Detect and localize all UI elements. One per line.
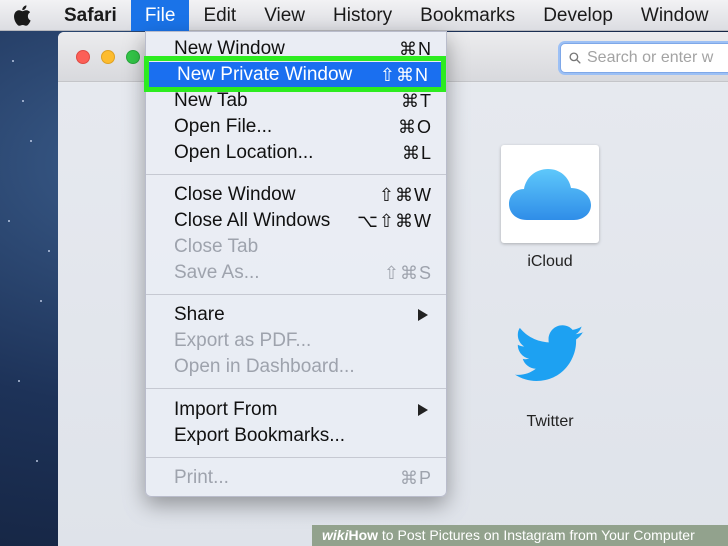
menu-separator bbox=[146, 388, 446, 389]
menu-item-export-bookmarks[interactable]: Export Bookmarks... bbox=[146, 423, 446, 449]
menu-item-shortcut: ⇧⌘S bbox=[383, 262, 432, 283]
watermark-text: to Post Pictures on Instagram from Your … bbox=[378, 527, 695, 543]
apple-menu[interactable] bbox=[0, 4, 44, 26]
menu-item-shortcut: ⇧⌘W bbox=[378, 184, 432, 205]
file-menu-dropdown: New Window ⌘N New Private Window ⇧⌘N New… bbox=[145, 31, 447, 497]
menu-item-label: Open in Dashboard... bbox=[174, 356, 355, 377]
menu-item-label: Import From bbox=[174, 399, 278, 420]
icloud-icon bbox=[509, 169, 591, 220]
menu-item-close-window[interactable]: Close Window ⇧⌘W bbox=[146, 182, 446, 208]
menu-item-label: Print... bbox=[174, 467, 229, 488]
annotation-highlight-box bbox=[144, 56, 446, 92]
menu-item-open-in-dashboard: Open in Dashboard... bbox=[146, 354, 446, 380]
submenu-arrow-icon bbox=[418, 404, 428, 416]
favorite-twitter[interactable]: Twitter bbox=[500, 305, 600, 431]
submenu-arrow-icon bbox=[418, 309, 428, 321]
menu-item-label: Export Bookmarks... bbox=[174, 425, 346, 446]
favorite-tile bbox=[501, 305, 599, 403]
favorite-tile bbox=[501, 145, 599, 243]
menu-item-save-as: Save As... ⇧⌘S bbox=[146, 260, 446, 286]
search-input[interactable] bbox=[587, 49, 728, 67]
apple-icon bbox=[14, 4, 31, 26]
menu-history[interactable]: History bbox=[319, 0, 406, 31]
minimize-window-button[interactable] bbox=[101, 50, 115, 64]
favorite-icloud[interactable]: iCloud bbox=[500, 145, 600, 271]
menu-item-shortcut: ⌘T bbox=[401, 90, 432, 111]
star bbox=[8, 220, 10, 222]
menu-item-shortcut: ⌘L bbox=[401, 142, 432, 163]
menu-item-close-all-windows[interactable]: Close All Windows ⌥⇧⌘W bbox=[146, 208, 446, 234]
menu-item-shortcut: ⌥⇧⌘W bbox=[357, 210, 432, 231]
menu-item-open-file[interactable]: Open File... ⌘O bbox=[146, 114, 446, 140]
menu-separator bbox=[146, 294, 446, 295]
zoom-window-button[interactable] bbox=[126, 50, 140, 64]
menu-item-label: Open Location... bbox=[174, 142, 314, 163]
star bbox=[30, 140, 32, 142]
menu-item-import-from[interactable]: Import From bbox=[146, 397, 446, 423]
twitter-icon bbox=[515, 325, 584, 381]
menu-item-open-location[interactable]: Open Location... ⌘L bbox=[146, 140, 446, 166]
star bbox=[18, 380, 20, 382]
favorite-label: Twitter bbox=[526, 413, 574, 430]
menubar: Safari File Edit View History Bookmarks … bbox=[0, 0, 728, 31]
menu-item-label: Close All Windows bbox=[174, 210, 331, 231]
star bbox=[36, 460, 38, 462]
menu-item-label: Export as PDF... bbox=[174, 330, 312, 351]
menu-separator bbox=[146, 457, 446, 458]
menu-file[interactable]: File bbox=[130, 0, 190, 31]
menu-item-label: Close Window bbox=[174, 184, 296, 205]
star bbox=[48, 250, 50, 252]
menu-item-export-pdf: Export as PDF... bbox=[146, 328, 446, 354]
menu-bookmarks[interactable]: Bookmarks bbox=[406, 0, 529, 31]
close-window-button[interactable] bbox=[76, 50, 90, 64]
watermark-prefix: How bbox=[348, 527, 379, 543]
menu-item-label: Share bbox=[174, 304, 225, 325]
menu-develop[interactable]: Develop bbox=[529, 0, 627, 31]
menu-separator bbox=[146, 174, 446, 175]
menu-item-print: Print... ⌘P bbox=[146, 465, 446, 491]
star bbox=[22, 100, 24, 102]
star bbox=[12, 60, 14, 62]
search-icon bbox=[569, 52, 581, 64]
menu-app-safari[interactable]: Safari bbox=[44, 0, 131, 31]
watermark-caption: wikiHow to Post Pictures on Instagram fr… bbox=[312, 525, 728, 546]
menu-item-shortcut: ⌘P bbox=[399, 467, 432, 488]
menu-view[interactable]: View bbox=[250, 0, 319, 31]
menu-item-share[interactable]: Share bbox=[146, 302, 446, 328]
menu-item-label: Open File... bbox=[174, 116, 273, 137]
favorite-label: iCloud bbox=[527, 253, 573, 270]
menu-item-label: Save As... bbox=[174, 262, 260, 283]
menu-item-shortcut: ⌘O bbox=[397, 116, 432, 137]
menu-item-label: New Tab bbox=[174, 90, 248, 111]
menu-window[interactable]: Window bbox=[627, 0, 723, 31]
menu-item-close-tab: Close Tab bbox=[146, 234, 446, 260]
address-bar[interactable] bbox=[560, 43, 728, 73]
menu-item-label: Close Tab bbox=[174, 236, 259, 257]
star bbox=[40, 300, 42, 302]
watermark-brand: wiki bbox=[322, 527, 349, 543]
menu-edit[interactable]: Edit bbox=[189, 0, 250, 31]
